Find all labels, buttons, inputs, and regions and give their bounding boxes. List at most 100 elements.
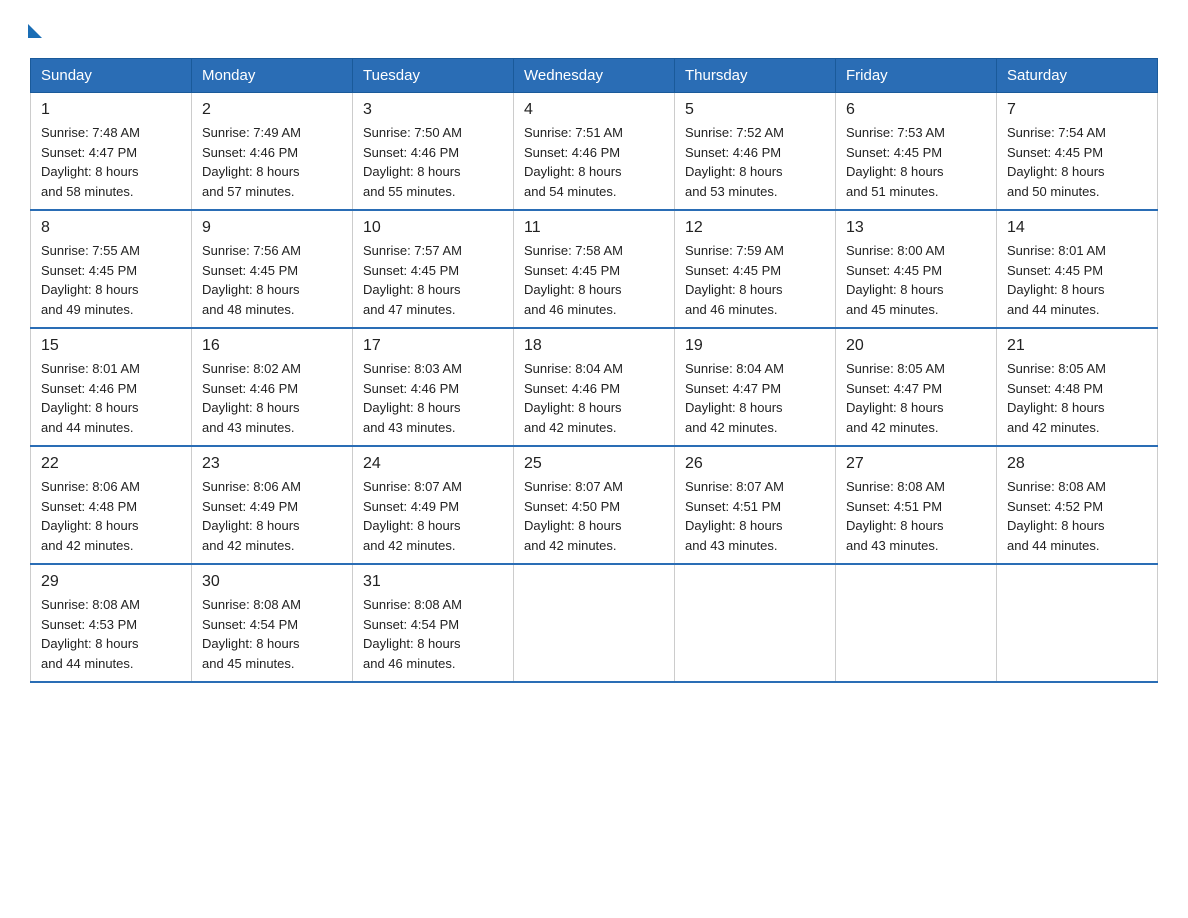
- calendar-cell: 23 Sunrise: 8:06 AM Sunset: 4:49 PM Dayl…: [192, 446, 353, 564]
- calendar-cell: 18 Sunrise: 8:04 AM Sunset: 4:46 PM Dayl…: [514, 328, 675, 446]
- logo-arrow-icon: [28, 24, 42, 38]
- day-info: Sunrise: 8:05 AM Sunset: 4:47 PM Dayligh…: [846, 359, 986, 437]
- day-number: 22: [41, 455, 181, 473]
- day-number: 31: [363, 573, 503, 591]
- day-info: Sunrise: 8:00 AM Sunset: 4:45 PM Dayligh…: [846, 241, 986, 319]
- day-number: 3: [363, 101, 503, 119]
- calendar-cell: [514, 564, 675, 682]
- calendar-cell: 25 Sunrise: 8:07 AM Sunset: 4:50 PM Dayl…: [514, 446, 675, 564]
- day-info: Sunrise: 7:50 AM Sunset: 4:46 PM Dayligh…: [363, 123, 503, 201]
- calendar-cell: 31 Sunrise: 8:08 AM Sunset: 4:54 PM Dayl…: [353, 564, 514, 682]
- day-number: 26: [685, 455, 825, 473]
- day-number: 29: [41, 573, 181, 591]
- day-info: Sunrise: 8:04 AM Sunset: 4:47 PM Dayligh…: [685, 359, 825, 437]
- day-info: Sunrise: 8:06 AM Sunset: 4:48 PM Dayligh…: [41, 477, 181, 555]
- day-info: Sunrise: 8:06 AM Sunset: 4:49 PM Dayligh…: [202, 477, 342, 555]
- day-number: 27: [846, 455, 986, 473]
- calendar-header-row: SundayMondayTuesdayWednesdayThursdayFrid…: [31, 59, 1158, 93]
- calendar-week-row: 15 Sunrise: 8:01 AM Sunset: 4:46 PM Dayl…: [31, 328, 1158, 446]
- day-info: Sunrise: 7:51 AM Sunset: 4:46 PM Dayligh…: [524, 123, 664, 201]
- day-info: Sunrise: 8:07 AM Sunset: 4:49 PM Dayligh…: [363, 477, 503, 555]
- day-info: Sunrise: 7:49 AM Sunset: 4:46 PM Dayligh…: [202, 123, 342, 201]
- day-number: 6: [846, 101, 986, 119]
- calendar-cell: 14 Sunrise: 8:01 AM Sunset: 4:45 PM Dayl…: [997, 210, 1158, 328]
- calendar-cell: 13 Sunrise: 8:00 AM Sunset: 4:45 PM Dayl…: [836, 210, 997, 328]
- calendar-cell: 30 Sunrise: 8:08 AM Sunset: 4:54 PM Dayl…: [192, 564, 353, 682]
- calendar-week-row: 22 Sunrise: 8:06 AM Sunset: 4:48 PM Dayl…: [31, 446, 1158, 564]
- day-number: 25: [524, 455, 664, 473]
- day-info: Sunrise: 7:58 AM Sunset: 4:45 PM Dayligh…: [524, 241, 664, 319]
- col-header-monday: Monday: [192, 59, 353, 93]
- day-info: Sunrise: 8:08 AM Sunset: 4:53 PM Dayligh…: [41, 595, 181, 673]
- day-number: 28: [1007, 455, 1147, 473]
- col-header-friday: Friday: [836, 59, 997, 93]
- day-number: 10: [363, 219, 503, 237]
- calendar-table: SundayMondayTuesdayWednesdayThursdayFrid…: [30, 58, 1158, 683]
- calendar-week-row: 1 Sunrise: 7:48 AM Sunset: 4:47 PM Dayli…: [31, 93, 1158, 211]
- calendar-cell: 24 Sunrise: 8:07 AM Sunset: 4:49 PM Dayl…: [353, 446, 514, 564]
- day-info: Sunrise: 8:08 AM Sunset: 4:52 PM Dayligh…: [1007, 477, 1147, 555]
- day-number: 4: [524, 101, 664, 119]
- col-header-wednesday: Wednesday: [514, 59, 675, 93]
- calendar-cell: 11 Sunrise: 7:58 AM Sunset: 4:45 PM Dayl…: [514, 210, 675, 328]
- day-number: 20: [846, 337, 986, 355]
- day-info: Sunrise: 8:07 AM Sunset: 4:50 PM Dayligh…: [524, 477, 664, 555]
- calendar-cell: 10 Sunrise: 7:57 AM Sunset: 4:45 PM Dayl…: [353, 210, 514, 328]
- calendar-cell: 5 Sunrise: 7:52 AM Sunset: 4:46 PM Dayli…: [675, 93, 836, 211]
- calendar-cell: 20 Sunrise: 8:05 AM Sunset: 4:47 PM Dayl…: [836, 328, 997, 446]
- day-number: 18: [524, 337, 664, 355]
- calendar-cell: 27 Sunrise: 8:08 AM Sunset: 4:51 PM Dayl…: [836, 446, 997, 564]
- calendar-cell: 17 Sunrise: 8:03 AM Sunset: 4:46 PM Dayl…: [353, 328, 514, 446]
- day-info: Sunrise: 8:04 AM Sunset: 4:46 PM Dayligh…: [524, 359, 664, 437]
- day-info: Sunrise: 8:01 AM Sunset: 4:45 PM Dayligh…: [1007, 241, 1147, 319]
- day-info: Sunrise: 8:08 AM Sunset: 4:51 PM Dayligh…: [846, 477, 986, 555]
- day-number: 15: [41, 337, 181, 355]
- day-number: 23: [202, 455, 342, 473]
- day-number: 17: [363, 337, 503, 355]
- day-number: 12: [685, 219, 825, 237]
- day-info: Sunrise: 7:56 AM Sunset: 4:45 PM Dayligh…: [202, 241, 342, 319]
- day-info: Sunrise: 7:53 AM Sunset: 4:45 PM Dayligh…: [846, 123, 986, 201]
- col-header-saturday: Saturday: [997, 59, 1158, 93]
- calendar-cell: 12 Sunrise: 7:59 AM Sunset: 4:45 PM Dayl…: [675, 210, 836, 328]
- calendar-cell: 26 Sunrise: 8:07 AM Sunset: 4:51 PM Dayl…: [675, 446, 836, 564]
- day-number: 21: [1007, 337, 1147, 355]
- calendar-cell: 9 Sunrise: 7:56 AM Sunset: 4:45 PM Dayli…: [192, 210, 353, 328]
- calendar-cell: 15 Sunrise: 8:01 AM Sunset: 4:46 PM Dayl…: [31, 328, 192, 446]
- day-number: 24: [363, 455, 503, 473]
- logo: [30, 20, 42, 38]
- day-info: Sunrise: 8:02 AM Sunset: 4:46 PM Dayligh…: [202, 359, 342, 437]
- calendar-week-row: 29 Sunrise: 8:08 AM Sunset: 4:53 PM Dayl…: [31, 564, 1158, 682]
- col-header-sunday: Sunday: [31, 59, 192, 93]
- col-header-thursday: Thursday: [675, 59, 836, 93]
- day-number: 30: [202, 573, 342, 591]
- day-number: 8: [41, 219, 181, 237]
- day-info: Sunrise: 8:03 AM Sunset: 4:46 PM Dayligh…: [363, 359, 503, 437]
- day-info: Sunrise: 8:08 AM Sunset: 4:54 PM Dayligh…: [202, 595, 342, 673]
- day-info: Sunrise: 8:01 AM Sunset: 4:46 PM Dayligh…: [41, 359, 181, 437]
- calendar-cell: 2 Sunrise: 7:49 AM Sunset: 4:46 PM Dayli…: [192, 93, 353, 211]
- day-number: 13: [846, 219, 986, 237]
- calendar-cell: 7 Sunrise: 7:54 AM Sunset: 4:45 PM Dayli…: [997, 93, 1158, 211]
- day-info: Sunrise: 8:07 AM Sunset: 4:51 PM Dayligh…: [685, 477, 825, 555]
- day-info: Sunrise: 7:59 AM Sunset: 4:45 PM Dayligh…: [685, 241, 825, 319]
- page-header: [30, 20, 1158, 38]
- calendar-cell: 22 Sunrise: 8:06 AM Sunset: 4:48 PM Dayl…: [31, 446, 192, 564]
- day-info: Sunrise: 7:54 AM Sunset: 4:45 PM Dayligh…: [1007, 123, 1147, 201]
- day-info: Sunrise: 8:08 AM Sunset: 4:54 PM Dayligh…: [363, 595, 503, 673]
- calendar-cell: 19 Sunrise: 8:04 AM Sunset: 4:47 PM Dayl…: [675, 328, 836, 446]
- calendar-cell: 1 Sunrise: 7:48 AM Sunset: 4:47 PM Dayli…: [31, 93, 192, 211]
- day-number: 1: [41, 101, 181, 119]
- calendar-cell: 3 Sunrise: 7:50 AM Sunset: 4:46 PM Dayli…: [353, 93, 514, 211]
- calendar-cell: 16 Sunrise: 8:02 AM Sunset: 4:46 PM Dayl…: [192, 328, 353, 446]
- day-number: 9: [202, 219, 342, 237]
- calendar-cell: 6 Sunrise: 7:53 AM Sunset: 4:45 PM Dayli…: [836, 93, 997, 211]
- day-info: Sunrise: 7:55 AM Sunset: 4:45 PM Dayligh…: [41, 241, 181, 319]
- day-info: Sunrise: 8:05 AM Sunset: 4:48 PM Dayligh…: [1007, 359, 1147, 437]
- calendar-cell: [675, 564, 836, 682]
- day-number: 19: [685, 337, 825, 355]
- day-number: 16: [202, 337, 342, 355]
- day-number: 11: [524, 219, 664, 237]
- day-number: 2: [202, 101, 342, 119]
- calendar-cell: 21 Sunrise: 8:05 AM Sunset: 4:48 PM Dayl…: [997, 328, 1158, 446]
